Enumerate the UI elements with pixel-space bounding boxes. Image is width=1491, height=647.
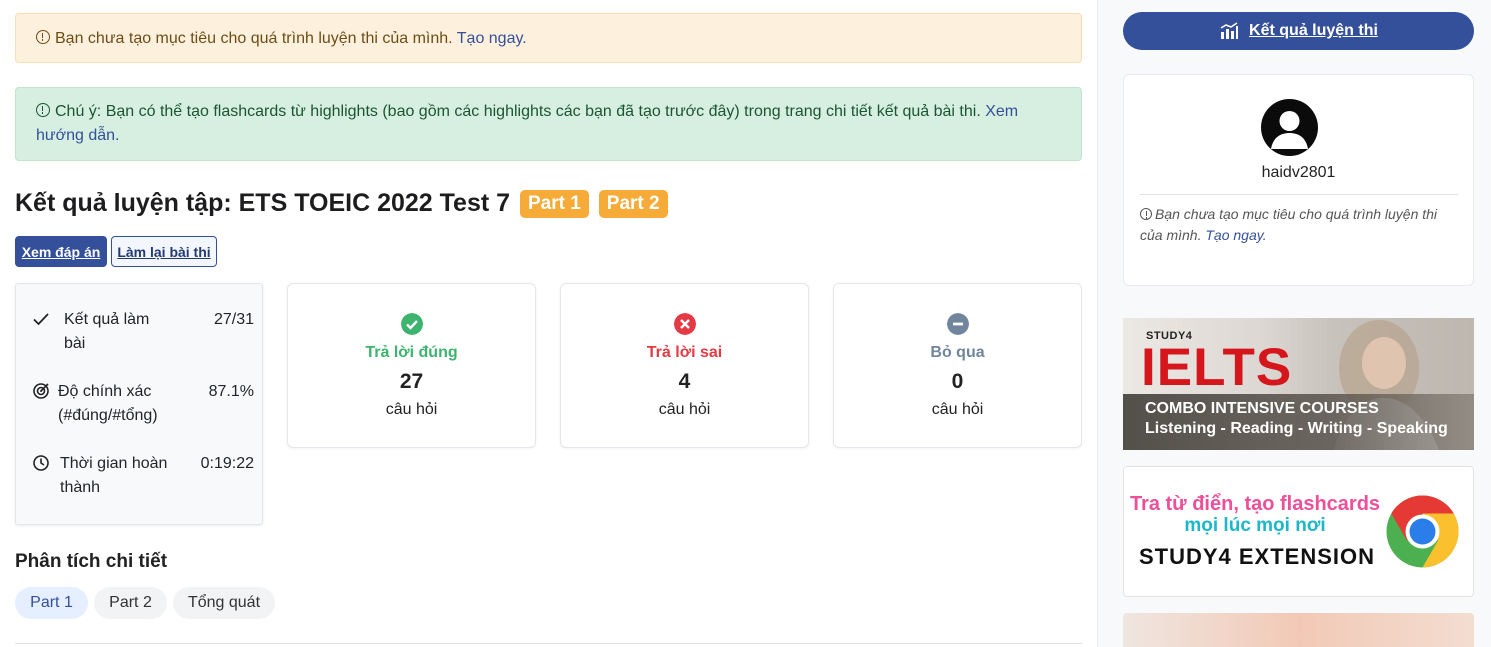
summary-label: Thời gian hoàn thành bbox=[60, 455, 168, 496]
clock-icon bbox=[33, 455, 49, 471]
profile-goal-note: Bạn chưa tạo mục tiêu cho quá trình luyệ… bbox=[1140, 204, 1458, 246]
page-title-text: Kết quả luyện tập: ETS TOEIC 2022 Test 7 bbox=[15, 189, 511, 217]
ielts-skills: Listening - Reading - Writing - Speaking bbox=[1145, 420, 1448, 437]
exam-results-label: Kết quả luyện thi bbox=[1249, 22, 1378, 39]
stat-label: Bỏ qua bbox=[930, 344, 985, 361]
stat-label: Trả lời đúng bbox=[365, 344, 458, 361]
promo-banner[interactable] bbox=[1123, 613, 1474, 647]
profile-goal-text: Bạn chưa tạo mục tiêu cho quá trình luyệ… bbox=[1140, 206, 1438, 243]
flashcard-note-text: Chú ý: Bạn có thể tạo flashcards từ high… bbox=[55, 103, 981, 120]
goal-create-link[interactable]: Tạo ngay. bbox=[457, 30, 527, 47]
flashcard-note-alert: Chú ý: Bạn có thể tạo flashcards từ high… bbox=[15, 87, 1082, 161]
tab-part-1[interactable]: Part 1 bbox=[15, 587, 88, 619]
check-circle-icon bbox=[401, 313, 423, 335]
check-icon bbox=[33, 313, 49, 326]
divider bbox=[15, 643, 1082, 644]
ielts-subtitle: COMBO INTENSIVE COURSES bbox=[1145, 400, 1379, 417]
username: haidv2801 bbox=[1261, 164, 1336, 181]
tab-part-2[interactable]: Part 2 bbox=[94, 587, 167, 619]
minus-circle-icon bbox=[947, 313, 969, 335]
goal-alert-text: Bạn chưa tạo mục tiêu cho quá trình luyệ… bbox=[55, 30, 453, 47]
target-icon bbox=[33, 383, 49, 399]
info-icon bbox=[36, 103, 50, 117]
avatar[interactable] bbox=[1261, 99, 1318, 156]
stat-unit: câu hỏi bbox=[385, 401, 438, 418]
stat-card-skipped: Bỏ qua 0 câu hỏi bbox=[833, 283, 1082, 448]
profile-goal-link[interactable]: Tạo ngay. bbox=[1205, 227, 1266, 243]
result-summary: Kết quả làm bài 27/31 Độ chính xác (#đún… bbox=[15, 283, 263, 525]
summary-label: Độ chính xác (#đúng/#tổng) bbox=[58, 383, 158, 424]
user-icon bbox=[1271, 111, 1308, 149]
stat-count: 0 bbox=[951, 370, 964, 393]
stat-unit: câu hỏi bbox=[658, 401, 711, 418]
stat-count: 4 bbox=[678, 370, 691, 393]
extension-line-2: mọi lúc mọi nơi bbox=[1184, 515, 1326, 536]
stat-label: Trả lời sai bbox=[646, 344, 723, 361]
main-content: Bạn chưa tạo mục tiêu cho quá trình luyệ… bbox=[15, 0, 1082, 647]
ielts-title: IELTS bbox=[1141, 338, 1293, 397]
summary-value: 0:19:22 bbox=[200, 455, 254, 472]
x-circle-icon bbox=[674, 313, 696, 335]
stat-count: 27 bbox=[399, 370, 424, 393]
retake-test-button[interactable]: Làm lại bài thi bbox=[111, 236, 217, 267]
part-badge: Part 1 bbox=[520, 190, 589, 218]
tab-overview[interactable]: Tổng quát bbox=[173, 587, 275, 619]
ielts-course-banner[interactable]: STUDY4 IELTS COMBO INTENSIVE COURSES Lis… bbox=[1123, 318, 1474, 450]
stat-unit: câu hỏi bbox=[931, 401, 984, 418]
view-answers-button[interactable]: Xem đáp án bbox=[15, 236, 107, 267]
stat-card-correct: Trả lời đúng 27 câu hỏi bbox=[287, 283, 536, 448]
stat-card-wrong: Trả lời sai 4 câu hỏi bbox=[560, 283, 809, 448]
summary-label: Kết quả làm bài bbox=[64, 311, 150, 352]
info-icon bbox=[1140, 208, 1152, 220]
part-badge: Part 2 bbox=[598, 190, 668, 218]
divider bbox=[1140, 194, 1458, 195]
goal-alert: Bạn chưa tạo mục tiêu cho quá trình luyệ… bbox=[15, 13, 1082, 63]
summary-value: 87.1% bbox=[208, 383, 254, 400]
profile-card: haidv2801 Bạn chưa tạo mục tiêu cho quá … bbox=[1123, 74, 1474, 286]
page-title: Kết quả luyện tập: ETS TOEIC 2022 Test 7… bbox=[15, 186, 668, 220]
chart-icon bbox=[1220, 22, 1239, 39]
extension-line-3: STUDY4 EXTENSION bbox=[1138, 544, 1376, 569]
summary-value: 27/31 bbox=[213, 311, 254, 328]
extension-banner[interactable]: Tra từ điển, tạo flashcards mọi lúc mọi … bbox=[1123, 466, 1474, 597]
extension-line-1: Tra từ điển, tạo flashcards bbox=[1129, 493, 1381, 515]
exam-results-button[interactable]: Kết quả luyện thi bbox=[1123, 12, 1474, 50]
analysis-title: Phân tích chi tiết bbox=[15, 551, 168, 572]
info-icon bbox=[36, 30, 50, 44]
chrome-icon bbox=[1386, 495, 1459, 568]
